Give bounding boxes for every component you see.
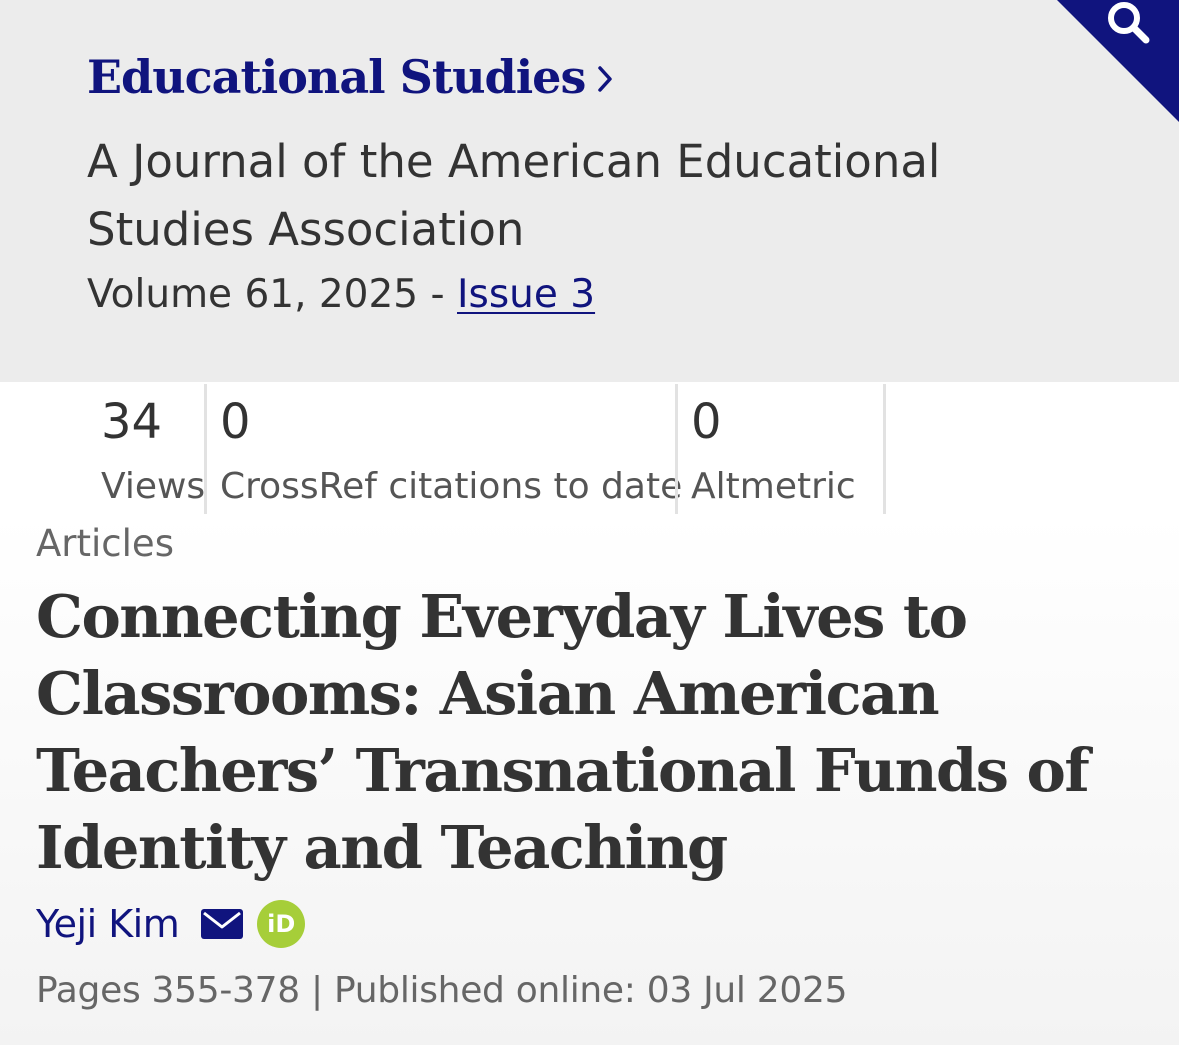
volume-info: Volume 61, 2025 - Issue 3	[87, 272, 595, 317]
email-icon[interactable]	[201, 909, 244, 939]
issue-link[interactable]: Issue 3	[457, 272, 595, 317]
metric-divider	[675, 384, 678, 514]
metric-divider	[204, 384, 207, 514]
journal-subtitle: A Journal of the American Educational St…	[87, 135, 941, 256]
orcid-icon[interactable]: iD	[257, 900, 306, 948]
article-type: Articles	[36, 522, 174, 565]
author-link[interactable]: Yeji Kim	[36, 902, 180, 946]
metric-divider	[883, 384, 886, 514]
search-icon	[1108, 2, 1150, 44]
author-row: Yeji Kim iD	[36, 900, 306, 948]
metric-label: Altmetric	[691, 466, 856, 507]
metric-value: 0	[691, 394, 722, 450]
metric-label: Views	[101, 466, 206, 507]
journal-title-link[interactable]: Educational Studies	[87, 50, 613, 104]
publication-info: Pages 355-378 | Published online: 03 Jul…	[36, 970, 848, 1011]
metric-value: 34	[101, 394, 163, 450]
metric-value: 0	[220, 394, 251, 450]
journal-title: Educational Studies	[87, 50, 586, 104]
volume-text: Volume 61, 2025 -	[87, 272, 457, 317]
metric-label: CrossRef citations to date	[220, 466, 683, 507]
article-title: Connecting Everyday Lives to Classrooms:…	[36, 582, 1090, 882]
chevron-right-icon	[598, 66, 613, 92]
